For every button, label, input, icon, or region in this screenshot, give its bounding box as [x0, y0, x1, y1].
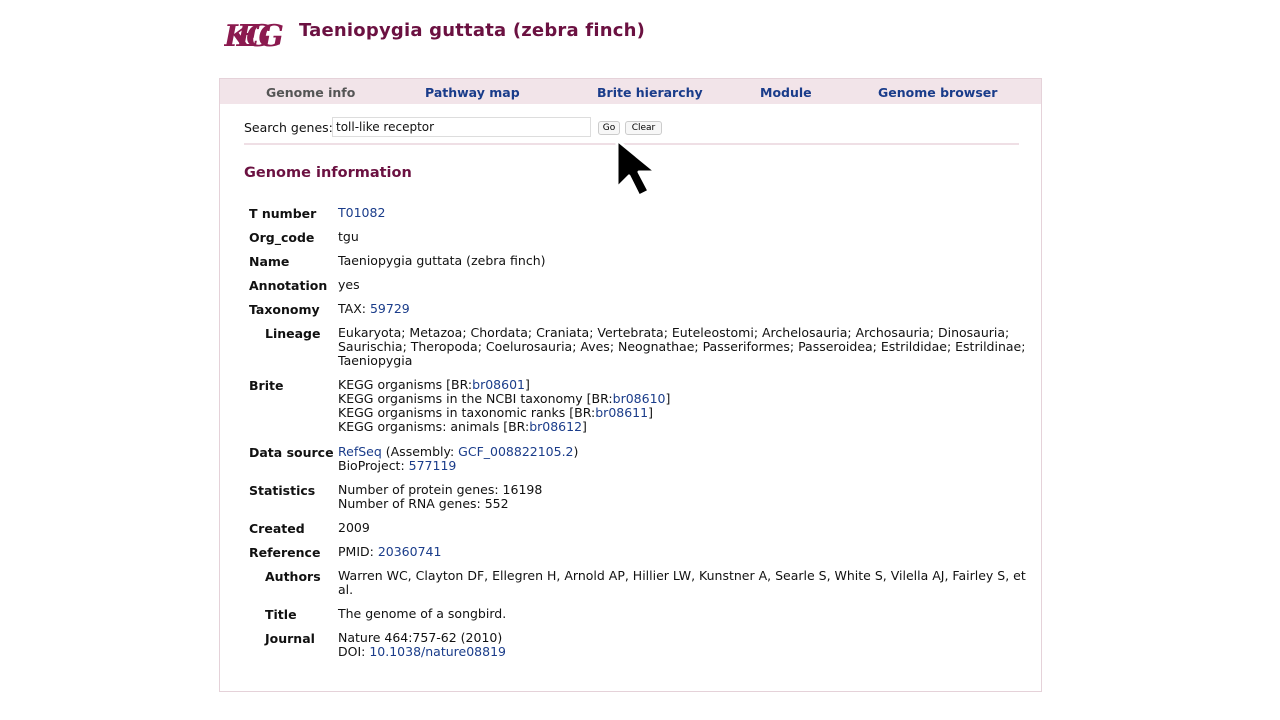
brite-entry: KEGG organisms [BR:br08601] [338, 378, 670, 392]
brite-suffix: ] [524, 377, 530, 392]
brite-text: KEGG organisms in taxonomic ranks [BR: [338, 405, 596, 420]
org-code-value: tgu [338, 229, 359, 244]
journal-citation: Nature 464:757-62 (2010) [338, 630, 503, 645]
journal-value: Nature 464:757-62 (2010) DOI: 10.1038/na… [338, 631, 506, 659]
statistics-label: Statistics [249, 483, 316, 498]
lineage-line: Taeniopygia [338, 353, 413, 368]
clear-button[interactable]: Clear [625, 121, 662, 135]
bioproject-line: BioProject: 577119 [338, 459, 578, 473]
svg-text:KEGG: KEGG [224, 19, 284, 54]
name-value: Taeniopygia guttata (zebra finch) [338, 253, 546, 268]
data-source-line: RefSeq (Assembly: GCF_008822105.2) [338, 445, 578, 459]
search-label: Search genes: [244, 120, 333, 135]
annotation-value: yes [338, 277, 360, 292]
mouse-pointer-icon [615, 138, 658, 198]
journal-label: Journal [265, 631, 315, 646]
pmid-link[interactable]: 20360741 [378, 544, 442, 559]
lineage-line: Saurischia; Theropoda; Coelurosauria; Av… [338, 339, 1026, 354]
name-label: Name [249, 254, 290, 269]
doi-prefix: DOI: [338, 644, 370, 659]
lineage-line: Eukaryota; Metazoa; Chordata; Craniata; … [338, 325, 1010, 340]
t-number-label: T number [249, 206, 317, 221]
doi-link[interactable]: 10.1038/nature08819 [369, 644, 506, 659]
taxonomy-label: Taxonomy [249, 302, 320, 317]
taxonomy-value: TAX: 59729 [338, 302, 410, 316]
taxonomy-prefix: TAX: [338, 301, 370, 316]
authors-value: Warren WC, Clayton DF, Ellegren H, Arnol… [338, 569, 1026, 597]
tab-pathway-map[interactable]: Pathway map [425, 85, 520, 100]
taxonomy-link[interactable]: 59729 [370, 301, 410, 316]
brite-text: KEGG organisms: animals [BR: [338, 419, 530, 434]
brite-link-br08610[interactable]: br08610 [613, 391, 666, 406]
assembly-prefix: (Assembly: [381, 444, 459, 459]
title-value: The genome of a songbird. [338, 606, 507, 621]
authors-line: al. [338, 582, 354, 597]
brite-link-br08612[interactable]: br08612 [529, 419, 582, 434]
reference-label: Reference [249, 545, 321, 560]
tab-module[interactable]: Module [760, 85, 812, 100]
pmid-prefix: PMID: [338, 544, 378, 559]
brite-label: Brite [249, 378, 284, 393]
brite-link-br08611[interactable]: br08611 [595, 405, 648, 420]
authors-line: Warren WC, Clayton DF, Ellegren H, Arnol… [338, 568, 1026, 583]
annotation-label: Annotation [249, 278, 328, 293]
brite-value: KEGG organisms [BR:br08601] KEGG organis… [338, 378, 670, 434]
refseq-link[interactable]: RefSeq [338, 444, 382, 459]
t-number-link[interactable]: T01082 [338, 206, 385, 220]
brite-text: KEGG organisms in the NCBI taxonomy [BR: [338, 391, 613, 406]
lineage-label: Lineage [265, 326, 321, 341]
tab-genome-browser[interactable]: Genome browser [878, 85, 997, 100]
brite-suffix: ] [582, 419, 587, 434]
page-title: Taeniopygia guttata (zebra finch) [299, 20, 646, 41]
tab-brite-hierarchy[interactable]: Brite hierarchy [597, 85, 703, 100]
org-code-label: Org_code [249, 230, 315, 245]
brite-suffix: ] [648, 405, 653, 420]
navbar: Genome info Pathway map Brite hierarchy … [220, 79, 1041, 104]
data-source-value: RefSeq (Assembly: GCF_008822105.2) BioPr… [338, 445, 578, 473]
data-source-label: Data source [249, 445, 334, 460]
go-button[interactable]: Go [598, 121, 620, 135]
brite-text: KEGG organisms [BR: [338, 377, 473, 392]
brite-link-br08601[interactable]: br08601 [472, 377, 525, 392]
kegg-logo: KEGG [224, 19, 284, 54]
authors-label: Authors [265, 569, 321, 584]
section-title: Genome information [244, 165, 412, 181]
statistics-value: Number of protein genes: 16198 Number of… [338, 483, 542, 511]
brite-suffix: ] [665, 391, 671, 406]
protein-genes: Number of protein genes: 16198 [338, 482, 543, 497]
tab-genome-info[interactable]: Genome info [266, 85, 355, 100]
rna-genes: Number of RNA genes: 552 [338, 496, 509, 511]
doi-line: DOI: 10.1038/nature08819 [338, 645, 506, 659]
brite-entry: KEGG organisms in taxonomic ranks [BR:br… [338, 406, 670, 420]
assembly-suffix: ) [573, 444, 579, 459]
brite-entry: KEGG organisms: animals [BR:br08612] [338, 420, 670, 434]
assembly-link[interactable]: GCF_008822105.2 [458, 444, 573, 459]
title-label: Title [265, 607, 297, 622]
bioproject-prefix: BioProject: [338, 458, 409, 473]
reference-value: PMID: 20360741 [338, 545, 441, 559]
lineage-value: Eukaryota; Metazoa; Chordata; Craniata; … [338, 326, 1025, 368]
bioproject-link[interactable]: 577119 [409, 458, 457, 473]
search-input[interactable] [332, 117, 591, 137]
created-value: 2009 [338, 520, 370, 535]
created-label: Created [249, 521, 305, 536]
brite-entry: KEGG organisms in the NCBI taxonomy [BR:… [338, 392, 670, 406]
